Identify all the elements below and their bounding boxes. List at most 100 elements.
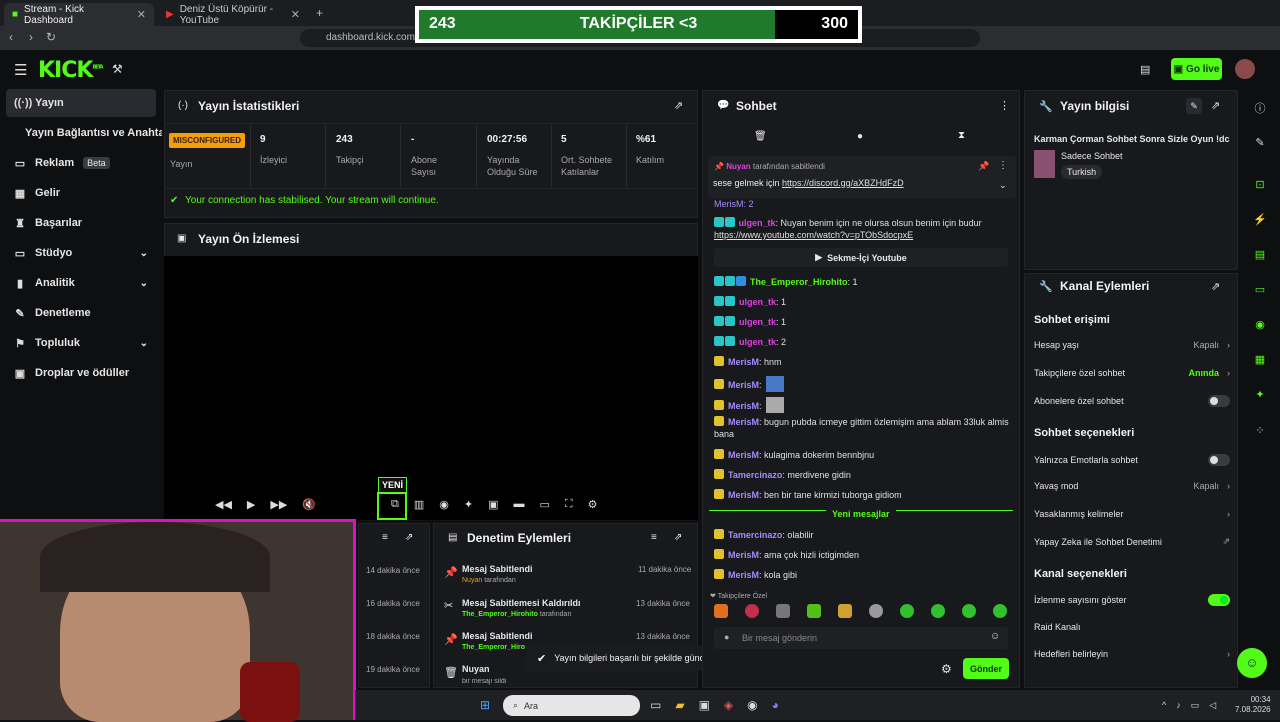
chat-username[interactable]: MerisM <box>728 380 759 390</box>
edit-icon[interactable]: ✎ <box>1250 136 1270 156</box>
sidebar-item-stream[interactable]: ((·)) Yayın <box>6 89 156 117</box>
obs-icon[interactable]: ◉ <box>747 698 757 712</box>
clip-icon[interactable]: ◉ <box>439 498 449 511</box>
chat-link[interactable]: https://www.youtube.com/watch?v=pTObSdoc… <box>714 230 913 240</box>
emote-icon[interactable] <box>993 604 1007 618</box>
emote-icon[interactable] <box>900 604 914 618</box>
sidebar-item-stream-key[interactable]: Yayın Bağlantısı ve Anahtarı <box>6 119 162 147</box>
emote-icon[interactable] <box>776 604 790 618</box>
mic-icon[interactable]: ♪ <box>1176 700 1181 711</box>
chat-username[interactable]: Tamercinazo <box>728 530 782 540</box>
info-icon[interactable]: ⓘ <box>1250 100 1270 120</box>
taskview-icon[interactable]: ▭ <box>650 698 661 712</box>
menu-icon[interactable]: ☰ <box>14 61 27 79</box>
chat-username[interactable]: MerisM <box>728 550 759 560</box>
play-icon[interactable]: ▶ <box>247 498 255 511</box>
network-icon[interactable]: ▭ <box>1191 700 1200 711</box>
ai-moderation-row[interactable]: Yapay Zeka ile Sohbet Denetimi ⇗ <box>1034 536 1230 547</box>
emote-icon[interactable] <box>838 604 852 618</box>
account-age-row[interactable]: Hesap yaşı Kapalı › <box>1034 340 1230 350</box>
kick-logo[interactable]: KICKBETA <box>38 58 104 83</box>
emote-only-toggle[interactable] <box>1208 454 1230 466</box>
category-name[interactable]: Sadece Sohbet <box>1061 151 1123 161</box>
emote-icon[interactable] <box>962 604 976 618</box>
filter-icon[interactable]: ≡ <box>651 532 657 543</box>
tab-youtube[interactable]: ▶ Deniz Üstü Köpürür - YouTube ✕ <box>158 3 308 26</box>
taskbar-search[interactable]: ⌕ Ara <box>503 695 640 716</box>
banned-words-row[interactable]: Yasaklanmış kelimeler › <box>1034 509 1230 519</box>
pinned-link[interactable]: https://discord.gg/aXBZHdFzD <box>782 178 904 188</box>
discord-icon[interactable]: ◕ <box>772 698 779 712</box>
mute-icon[interactable]: 🔇 <box>302 498 316 511</box>
popout-icon[interactable]: ⇗ <box>674 99 683 112</box>
chat-username[interactable]: ulgen_tk <box>739 337 776 347</box>
gear-icon[interactable]: ⚙ <box>941 662 952 676</box>
filter-icon[interactable]: ≡ <box>382 532 388 543</box>
fast-forward-icon[interactable]: ▶▶ <box>270 498 287 511</box>
close-icon[interactable]: ✕ <box>137 8 146 21</box>
chat-username[interactable]: MerisM <box>728 357 759 367</box>
sidebar-item-drops[interactable]: ▣ Droplar ve ödüller <box>6 359 156 387</box>
chat-username[interactable]: MerisM <box>728 401 759 411</box>
layout-icon[interactable]: ▦ <box>1250 353 1270 373</box>
goals-row[interactable]: Hedefleri belirleyin › <box>1034 649 1230 659</box>
support-chat-button[interactable]: ☺ <box>1237 648 1267 678</box>
new-tab-icon[interactable]: + <box>316 6 323 20</box>
more-options-icon[interactable]: ⋮ <box>998 160 1008 171</box>
folder-icon[interactable]: ▰ <box>675 698 684 712</box>
sidebar-item-community[interactable]: ⚑ Topluluk ⌄ <box>6 329 156 357</box>
chat-username[interactable]: ulgen_tk <box>739 297 776 307</box>
go-live-button[interactable]: ▣ Go live <box>1171 58 1222 80</box>
store-icon[interactable]: ▣ <box>699 698 710 712</box>
popout-icon[interactable]: ⇗ <box>1211 280 1220 293</box>
slow-mode-row[interactable]: Yavaş mod Kapalı › <box>1034 481 1230 491</box>
pin-icon[interactable]: 📌 <box>978 161 989 172</box>
cinema-icon[interactable]: ▬ <box>514 498 525 511</box>
popout-icon[interactable]: ⇗ <box>405 532 413 543</box>
popout-icon[interactable]: ⇗ <box>674 532 682 543</box>
reload-icon[interactable]: ↻ <box>46 30 56 44</box>
focus-icon[interactable]: ⊡ <box>1250 178 1270 198</box>
hourglass-icon[interactable]: ⧗ <box>958 130 965 141</box>
chat-username[interactable]: MerisM <box>728 490 759 500</box>
chat-username[interactable]: MerisM <box>728 417 759 427</box>
gear-icon[interactable]: ⚙ <box>588 498 598 511</box>
subs-only-toggle[interactable] <box>1208 395 1230 407</box>
wrench-icon[interactable]: ✦ <box>1250 388 1270 408</box>
tab-kick-dashboard[interactable]: ■ Stream - Kick Dashboard ✕ <box>4 3 154 26</box>
emote-icon[interactable] <box>807 604 821 618</box>
chat-username[interactable]: MerisM <box>728 450 759 460</box>
close-icon[interactable]: ✕ <box>291 8 300 21</box>
sidebar-item-revenue[interactable]: ▦ Gelir <box>6 179 156 207</box>
fullscreen-icon[interactable]: ⛶ <box>565 498 573 511</box>
hammer-icon[interactable]: ⚒ <box>112 62 123 76</box>
rewind-icon[interactable]: ◀◀ <box>215 498 232 511</box>
lightning-icon[interactable]: ⚡ <box>1250 213 1270 233</box>
emoji-icon[interactable]: ☺ <box>990 631 1000 642</box>
stats-icon[interactable]: ▥ <box>414 498 424 511</box>
chat-username[interactable]: ulgen_tk <box>739 218 776 228</box>
edit-icon[interactable]: ✎ <box>1186 98 1202 114</box>
trash-icon[interactable]: 🗑 <box>754 131 767 142</box>
chat-icon[interactable]: ● <box>857 131 863 142</box>
brave-icon[interactable]: ◈ <box>724 698 733 712</box>
chat-username[interactable]: Tamercinazo <box>728 470 782 480</box>
popout-icon[interactable]: ⇗ <box>1211 99 1220 112</box>
avatar[interactable] <box>1235 59 1255 79</box>
sidebar-item-achievements[interactable]: ♜ Başarılar <box>6 209 156 237</box>
chevron-up-icon[interactable]: ^ <box>1162 700 1166 711</box>
emote-icon[interactable] <box>714 604 728 618</box>
volume-icon[interactable]: ◁ <box>1209 700 1216 711</box>
show-viewers-toggle[interactable] <box>1208 594 1230 606</box>
video-player[interactable] <box>164 256 698 520</box>
forward-icon[interactable]: › <box>29 30 33 44</box>
back-icon[interactable]: ‹ <box>9 30 13 44</box>
chat-input[interactable]: ● Bir mesaj gönderin ☺ <box>714 627 1008 649</box>
sparkle-icon[interactable]: ✦ <box>464 498 473 511</box>
sidebar-item-ads[interactable]: ▭ Reklam Beta <box>6 149 156 177</box>
broadcast-icon[interactable]: ◉ <box>1250 318 1270 338</box>
windows-start-icon[interactable]: ⊞ <box>480 698 490 712</box>
sidebar-item-studio[interactable]: ▭ Stüdyo ⌄ <box>6 239 156 267</box>
chat-username[interactable]: MerisM <box>728 570 759 580</box>
raid-row[interactable]: Raid Kanalı <box>1034 622 1230 632</box>
